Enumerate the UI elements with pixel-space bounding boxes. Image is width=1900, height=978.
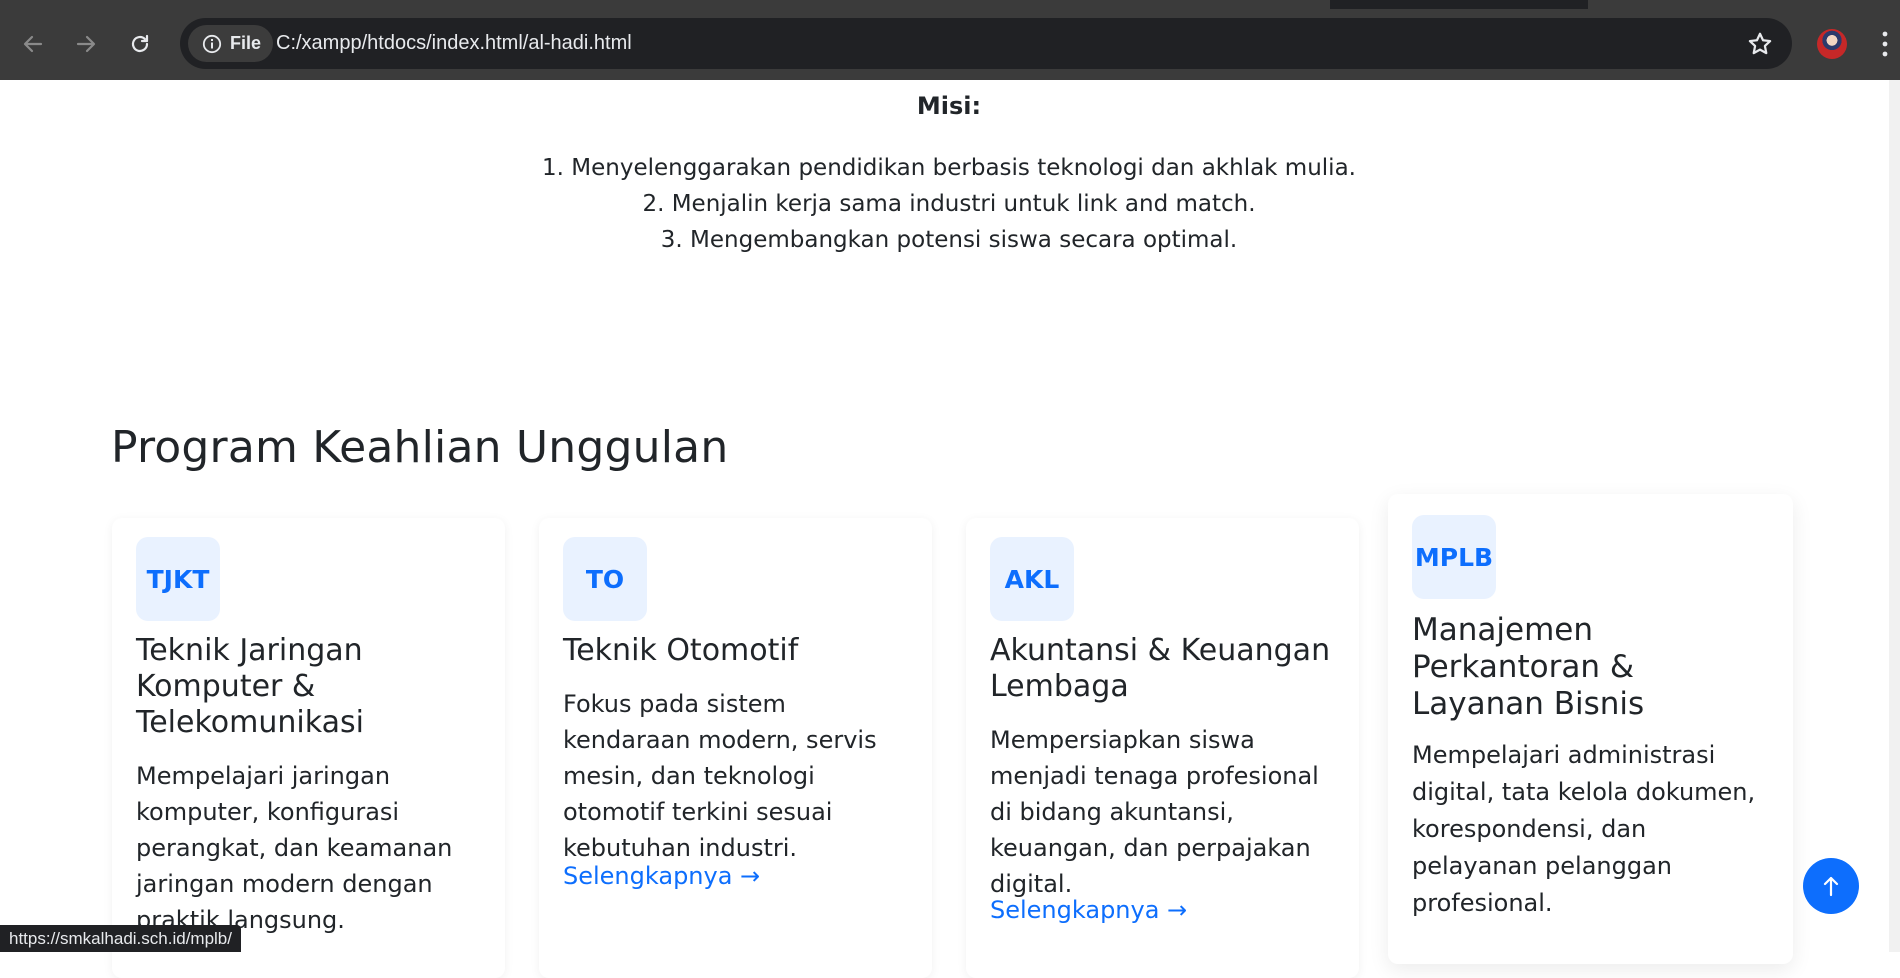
- program-description: Mempelajari jaringan komputer, konfigura…: [136, 762, 453, 934]
- tab-strip: [0, 0, 1900, 9]
- forward-button[interactable]: [68, 26, 104, 62]
- info-circle-icon: [202, 34, 222, 53]
- program-code-badge: TO: [563, 537, 647, 621]
- program-card-akl: AKL Akuntansi & Keuangan Lembaga Mempers…: [966, 518, 1359, 978]
- status-bar-url: https://smkalhadi.sch.id/mplb/: [0, 925, 241, 952]
- browser-toolbar: File C:/xampp/htdocs/index.html/al-hadi.…: [0, 0, 1900, 80]
- section-title: Program Keahlian Unggulan: [111, 422, 729, 473]
- program-more-link[interactable]: Selengkapnya →: [563, 862, 760, 890]
- reload-icon: [131, 34, 149, 53]
- three-dots-icon[interactable]: [1882, 30, 1888, 58]
- program-card-tjkt: TJKT Teknik Jaringan Komputer & Telekomu…: [112, 518, 505, 978]
- program-card-to: TO Teknik Otomotif Fokus pada sistem ken…: [539, 518, 932, 978]
- page-content: Misi: 1. Menyelenggarakan pendidikan ber…: [0, 80, 1900, 978]
- avatar[interactable]: [1817, 29, 1847, 59]
- program-title: Teknik Otomotif: [563, 633, 799, 668]
- program-code-badge: TJKT: [136, 537, 220, 621]
- address-bar[interactable]: File C:/xampp/htdocs/index.html/al-hadi.…: [180, 18, 1792, 69]
- program-description: Mempersiapkan siswa menjadi tenaga profe…: [990, 726, 1319, 898]
- page-scrollbar[interactable]: [1889, 80, 1900, 952]
- inactive-tab-edge: [1588, 0, 1900, 9]
- program-title: Manajemen Perkantoran & Layanan Bisnis: [1412, 612, 1645, 722]
- program-title: Teknik Jaringan Komputer & Telekomunikas…: [136, 633, 364, 740]
- program-title: Akuntansi & Keuangan Lembaga: [990, 633, 1331, 704]
- scroll-to-top-button[interactable]: [1803, 858, 1859, 914]
- url-text[interactable]: C:/xampp/htdocs/index.html/al-hadi.html: [276, 18, 632, 69]
- misi-item: 2. Menjalin kerja sama industri untuk li…: [642, 191, 1256, 217]
- program-code-badge: MPLB: [1412, 515, 1496, 599]
- program-more-link[interactable]: Selengkapnya →: [990, 896, 1187, 924]
- reload-button[interactable]: [122, 26, 158, 62]
- arrow-right-icon: [76, 35, 96, 53]
- program-description: Mempelajari administrasi digital, tata k…: [1412, 741, 1756, 917]
- star-icon[interactable]: [1746, 30, 1774, 58]
- program-card-mplb: MPLB Manajemen Perkantoran & Layanan Bis…: [1388, 494, 1793, 964]
- misi-item: 3. Mengembangkan potensi siswa secara op…: [660, 227, 1238, 253]
- arrow-up-icon: [1823, 876, 1839, 897]
- misi-item: 1. Menyelenggarakan pendidikan berbasis …: [542, 155, 1356, 181]
- arrow-left-icon: [23, 35, 43, 53]
- site-info-button[interactable]: File: [188, 25, 274, 62]
- program-code-badge: AKL: [990, 537, 1074, 621]
- active-tab-edge: [0, 0, 1330, 9]
- program-description: Fokus pada sistem kendaraan modern, serv…: [563, 690, 877, 862]
- back-button[interactable]: [15, 26, 51, 62]
- site-info-label: File: [230, 33, 262, 53]
- misi-list: 1. Menyelenggarakan pendidikan berbasis …: [0, 150, 1898, 258]
- misi-title: Misi:: [916, 92, 982, 120]
